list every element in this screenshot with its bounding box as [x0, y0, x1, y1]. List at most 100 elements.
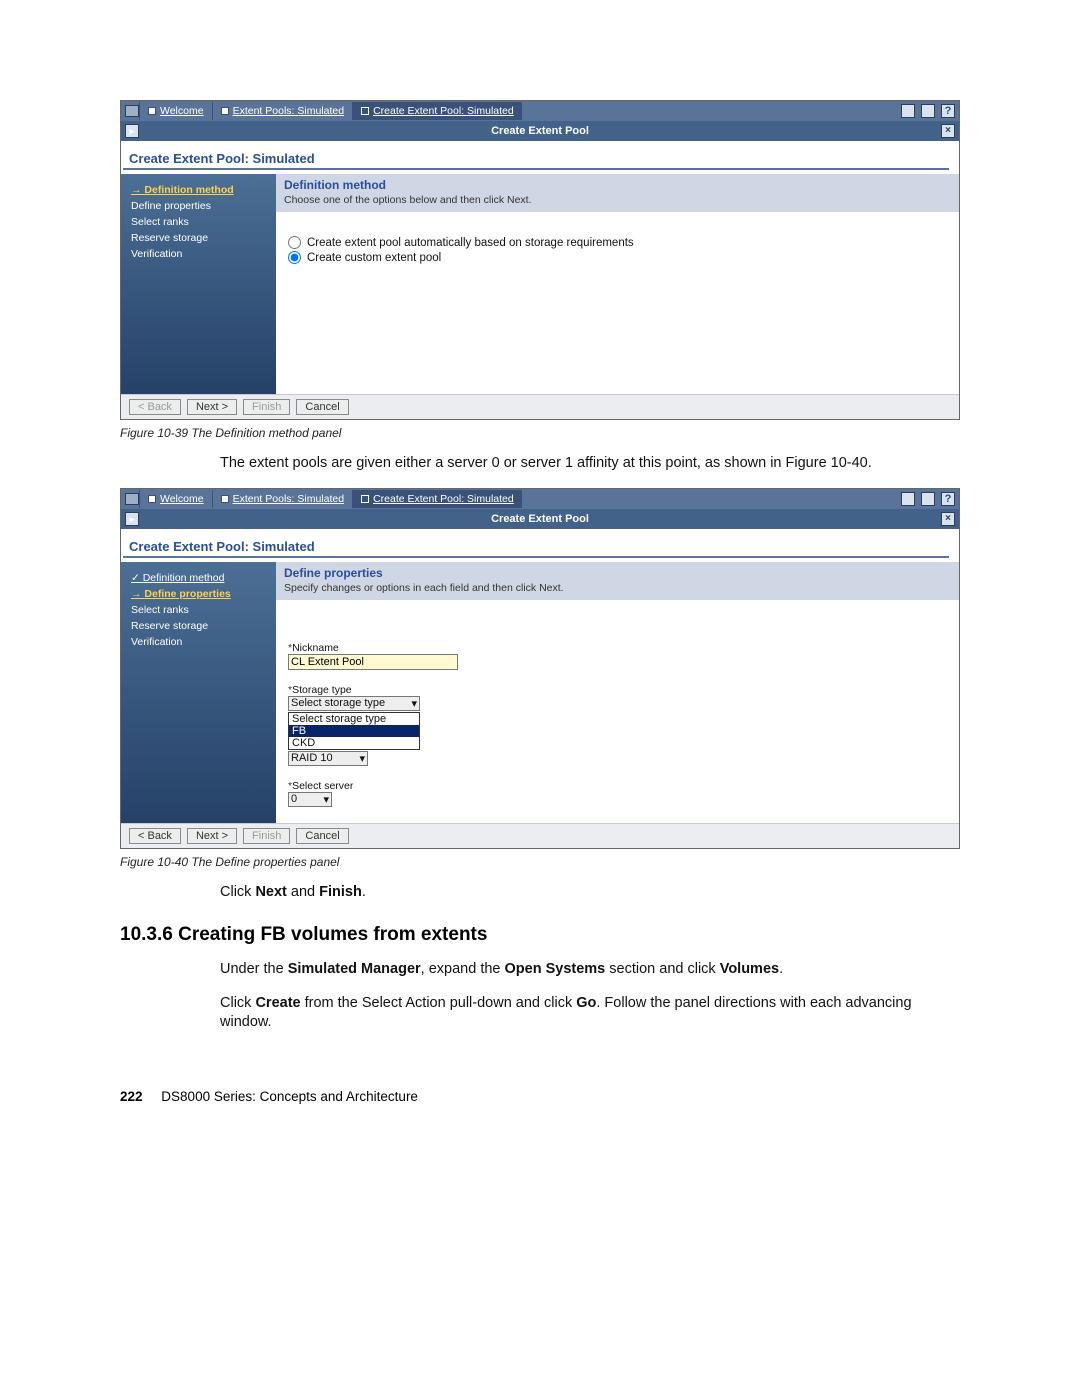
- select-server-label: Select server: [288, 780, 947, 792]
- close-icon[interactable]: ×: [941, 124, 955, 138]
- close-icon[interactable]: ×: [941, 512, 955, 526]
- app-icon: [125, 493, 139, 505]
- step-select-ranks: Select ranks: [131, 214, 268, 230]
- nickname-label: Nickname: [288, 642, 947, 654]
- select-value: 0: [291, 793, 297, 806]
- expand-icon[interactable]: ▸: [125, 512, 139, 526]
- footer-title: DS8000 Series: Concepts and Architecture: [161, 1089, 418, 1104]
- step-verification: Verification: [131, 246, 268, 262]
- cancel-button[interactable]: Cancel: [296, 399, 348, 415]
- panel-topbar: Welcome Extent Pools: Simulated Create E…: [121, 101, 959, 121]
- back-button[interactable]: < Back: [129, 399, 181, 415]
- figure-10-40-panel: Welcome Extent Pools: Simulated Create E…: [120, 488, 960, 849]
- storage-type-dropdown[interactable]: Select storage type FB CKD: [288, 712, 420, 750]
- wizard-button-row: < Back Next > Finish Cancel: [121, 394, 959, 419]
- tab-welcome[interactable]: Welcome: [139, 102, 212, 120]
- tab-label: Create Extent Pool: Simulated: [373, 105, 514, 117]
- finish-button[interactable]: Finish: [243, 828, 290, 844]
- body-paragraph: Click Create from the Select Action pull…: [220, 994, 960, 1033]
- tab-extent-pools[interactable]: Extent Pools: Simulated: [212, 102, 352, 120]
- step-definition-method[interactable]: Definition method: [131, 570, 268, 586]
- step-verification: Verification: [131, 634, 268, 650]
- help-icon[interactable]: ?: [941, 492, 955, 506]
- figure-caption: Figure 10-40 The Define properties panel: [120, 855, 960, 869]
- toolbar-icon[interactable]: [921, 492, 935, 506]
- finish-button[interactable]: Finish: [243, 399, 290, 415]
- radio-input[interactable]: [288, 251, 301, 264]
- bold-text: Simulated Manager: [288, 961, 421, 977]
- toolbar-icon[interactable]: [901, 492, 915, 506]
- cancel-button[interactable]: Cancel: [296, 828, 348, 844]
- radio-auto-pool[interactable]: Create extent pool automatically based o…: [288, 236, 947, 249]
- tab-create-extent-pool[interactable]: Create Extent Pool: Simulated: [352, 490, 522, 508]
- text: Click: [220, 995, 255, 1011]
- titlebar-title: Create Extent Pool: [139, 125, 941, 137]
- tab-label: Create Extent Pool: Simulated: [373, 493, 514, 505]
- content-title: Definition method: [284, 178, 951, 192]
- chevron-down-icon: ▾: [323, 793, 329, 806]
- chevron-down-icon: ▾: [359, 752, 365, 765]
- text: from the Select Action pull-down and cli…: [301, 995, 577, 1011]
- select-value: Select storage type: [291, 697, 385, 710]
- radio-label: Create custom extent pool: [307, 252, 441, 264]
- select-value: RAID 10: [291, 752, 333, 765]
- tab-welcome[interactable]: Welcome: [139, 490, 212, 508]
- text: Under the: [220, 961, 288, 977]
- tab-label: Welcome: [160, 493, 204, 505]
- radio-label: Create extent pool automatically based o…: [307, 237, 634, 249]
- tab-label: Extent Pools: Simulated: [233, 105, 344, 117]
- server-select[interactable]: 0 ▾: [288, 792, 332, 807]
- storage-type-label: Storage type: [288, 684, 947, 696]
- step-reserve-storage: Reserve storage: [131, 618, 268, 634]
- text: , expand the: [421, 961, 505, 977]
- dropdown-option-selected[interactable]: FB: [289, 725, 419, 737]
- bold-text: Finish: [319, 884, 362, 900]
- panel-subtitle: Create Extent Pool: Simulated: [123, 143, 949, 170]
- content-header: Definition method Choose one of the opti…: [276, 174, 959, 212]
- next-button[interactable]: Next >: [187, 399, 237, 415]
- nickname-input[interactable]: [288, 654, 458, 670]
- content-description: Choose one of the options below and then…: [284, 194, 951, 206]
- body-paragraph: Click Next and Finish.: [220, 883, 960, 903]
- dropdown-option[interactable]: CKD: [289, 737, 419, 749]
- app-icon: [125, 105, 139, 117]
- back-button[interactable]: < Back: [129, 828, 181, 844]
- step-definition-method[interactable]: Definition method: [131, 182, 268, 198]
- bold-text: Next: [255, 884, 286, 900]
- content-header: Define properties Specify changes or opt…: [276, 562, 959, 600]
- content-title: Define properties: [284, 566, 951, 580]
- figure-10-39-panel: Welcome Extent Pools: Simulated Create E…: [120, 100, 960, 420]
- step-define-properties[interactable]: Define properties: [131, 586, 268, 602]
- next-button[interactable]: Next >: [187, 828, 237, 844]
- text: .: [362, 884, 366, 900]
- tab-extent-pools[interactable]: Extent Pools: Simulated: [212, 490, 352, 508]
- panel-topbar: Welcome Extent Pools: Simulated Create E…: [121, 489, 959, 509]
- help-icon[interactable]: ?: [941, 104, 955, 118]
- text: Click: [220, 884, 255, 900]
- radio-input[interactable]: [288, 236, 301, 249]
- toolbar-icon[interactable]: [901, 104, 915, 118]
- figure-caption: Figure 10-39 The Definition method panel: [120, 426, 960, 440]
- panel-subtitle: Create Extent Pool: Simulated: [123, 531, 949, 558]
- panel-titlebar: ▸ Create Extent Pool ×: [121, 121, 959, 141]
- titlebar-title: Create Extent Pool: [139, 513, 941, 525]
- tab-create-extent-pool[interactable]: Create Extent Pool: Simulated: [352, 102, 522, 120]
- bold-text: Go: [576, 995, 596, 1011]
- page-footer: 222 DS8000 Series: Concepts and Architec…: [120, 1089, 960, 1104]
- wizard-button-row: < Back Next > Finish Cancel: [121, 823, 959, 848]
- section-heading: 10.3.6 Creating FB volumes from extents: [120, 924, 960, 946]
- dropdown-option[interactable]: Select storage type: [289, 713, 419, 725]
- radio-custom-pool[interactable]: Create custom extent pool: [288, 251, 947, 264]
- wizard-steps: Definition method Define properties Sele…: [121, 562, 276, 823]
- panel-titlebar: ▸ Create Extent Pool ×: [121, 509, 959, 529]
- tab-label: Extent Pools: Simulated: [233, 493, 344, 505]
- body-paragraph: Under the Simulated Manager, expand the …: [220, 960, 960, 980]
- raid-select[interactable]: RAID 10 ▾: [288, 751, 368, 766]
- step-define-properties: Define properties: [131, 198, 268, 214]
- toolbar-icon[interactable]: [921, 104, 935, 118]
- bold-text: Open Systems: [505, 961, 606, 977]
- expand-icon[interactable]: ▸: [125, 124, 139, 138]
- text: and: [287, 884, 319, 900]
- storage-type-select[interactable]: Select storage type ▾: [288, 696, 420, 711]
- page-number: 222: [120, 1089, 143, 1104]
